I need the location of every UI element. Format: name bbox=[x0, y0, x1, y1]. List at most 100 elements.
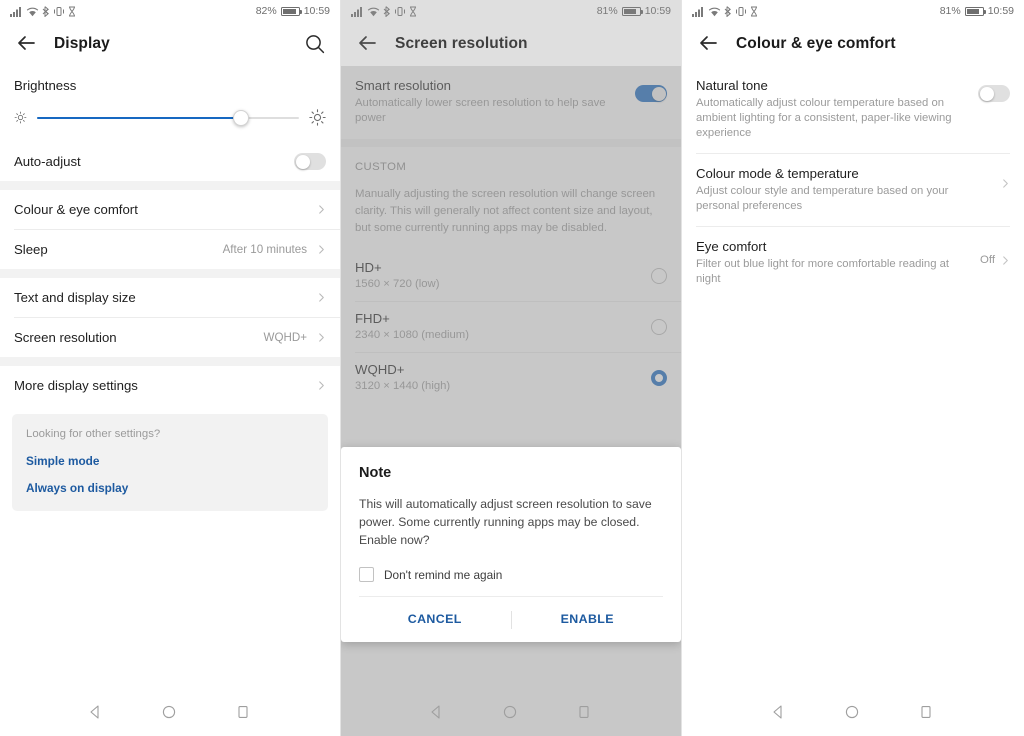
row-colour-eye-comfort[interactable]: Colour & eye comfort bbox=[0, 190, 340, 229]
panel-screen-resolution: 81% 10:59 Screen resolution Smart resolu… bbox=[341, 0, 682, 736]
row-label: More display settings bbox=[14, 378, 138, 393]
option-hd-plus[interactable]: HD+ 1560 × 720 (low) bbox=[341, 251, 681, 301]
auto-adjust-toggle[interactable] bbox=[294, 153, 326, 170]
looking-for-settings-card: Looking for other settings? Simple mode … bbox=[12, 414, 328, 511]
natural-tone-title: Natural tone bbox=[696, 78, 768, 93]
toggle-thumb bbox=[979, 86, 994, 101]
group-text-resolution: Text and display size Screen resolution … bbox=[0, 278, 340, 357]
status-bar: 81% 10:59 bbox=[341, 0, 681, 22]
status-time: 10:59 bbox=[987, 5, 1014, 17]
radio-hd-plus[interactable] bbox=[651, 267, 667, 284]
smart-resolution-control bbox=[635, 77, 667, 102]
status-bar: 81% 10:59 bbox=[682, 0, 1024, 22]
link-simple-mode[interactable]: Simple mode bbox=[26, 454, 314, 468]
row-smart-resolution[interactable]: Smart resolution Automatically lower scr… bbox=[341, 66, 681, 139]
smart-resolution-toggle[interactable] bbox=[635, 85, 667, 102]
row-more-display-settings[interactable]: More display settings bbox=[0, 366, 340, 405]
status-bar-right: 82% 10:59 bbox=[256, 5, 330, 17]
back-arrow-icon[interactable] bbox=[355, 31, 381, 57]
toggle-thumb bbox=[295, 154, 310, 169]
battery-percent: 81% bbox=[939, 5, 961, 17]
option-wqhd-plus[interactable]: WQHD+ 3120 × 1440 (high) bbox=[341, 353, 681, 403]
dont-remind-label: Don't remind me again bbox=[384, 567, 503, 582]
page-title: Screen resolution bbox=[395, 35, 528, 52]
back-arrow-icon[interactable] bbox=[14, 31, 40, 57]
row-eye-comfort[interactable]: Eye comfort Filter out blue light for mo… bbox=[682, 227, 1024, 299]
dont-remind-checkbox[interactable] bbox=[359, 567, 374, 582]
option-text: WQHD+ 3120 × 1440 (high) bbox=[355, 361, 651, 394]
row-label: Sleep bbox=[14, 242, 48, 257]
natural-tone-subtitle: Automatically adjust colour temperature … bbox=[696, 97, 952, 139]
status-bar-icons bbox=[351, 5, 417, 18]
colour-mode-title: Colour mode & temperature bbox=[696, 166, 859, 181]
signal-icon bbox=[10, 6, 23, 17]
app-bar-display: Display bbox=[0, 22, 340, 66]
smart-resolution-subtitle: Automatically lower screen resolution to… bbox=[355, 97, 606, 124]
brightness-slider-knob[interactable] bbox=[233, 109, 250, 126]
hourglass-icon bbox=[750, 6, 758, 17]
battery-icon bbox=[964, 6, 986, 16]
nav-back-icon[interactable] bbox=[770, 704, 788, 722]
enable-button[interactable]: ENABLE bbox=[512, 597, 664, 642]
nav-recents-icon[interactable] bbox=[918, 704, 936, 722]
option-detail: 2340 × 1080 (medium) bbox=[355, 329, 469, 341]
row-sleep[interactable]: Sleep After 10 minutes bbox=[0, 230, 340, 269]
chevron-right-icon bbox=[317, 205, 326, 214]
row-text-and-display-size[interactable]: Text and display size bbox=[0, 278, 340, 317]
nav-home-icon[interactable] bbox=[844, 704, 862, 722]
note-dialog: Note This will automatically adjust scre… bbox=[341, 447, 681, 642]
row-screen-resolution[interactable]: Screen resolution WQHD+ bbox=[0, 318, 340, 357]
nav-recents-icon[interactable] bbox=[235, 704, 253, 722]
nav-back-icon[interactable] bbox=[87, 704, 105, 722]
dialog-checkbox-row[interactable]: Don't remind me again bbox=[359, 567, 663, 582]
natural-tone-text: Natural tone Automatically adjust colour… bbox=[696, 77, 978, 141]
option-text: FHD+ 2340 × 1080 (medium) bbox=[355, 310, 651, 343]
colour-mode-subtitle: Adjust colour style and temperature base… bbox=[696, 185, 949, 212]
natural-tone-toggle[interactable] bbox=[978, 85, 1010, 102]
option-name: HD+ bbox=[355, 260, 382, 275]
dialog-title: Note bbox=[359, 465, 392, 481]
section-gap bbox=[0, 181, 340, 190]
eye-comfort-value: Off bbox=[980, 254, 995, 266]
back-arrow-icon[interactable] bbox=[696, 31, 722, 57]
nav-back-icon[interactable] bbox=[428, 704, 446, 722]
link-always-on-display[interactable]: Always on display bbox=[26, 481, 314, 495]
status-bar: 82% 10:59 bbox=[0, 0, 340, 22]
colour-mode-text: Colour mode & temperature Adjust colour … bbox=[696, 165, 995, 214]
vibrate-icon bbox=[735, 6, 747, 17]
row-value: After 10 minutes bbox=[222, 243, 307, 256]
panel-display: 82% 10:59 Display Brightness Auto-adjust… bbox=[0, 0, 341, 736]
wifi-icon bbox=[26, 6, 39, 17]
row-colour-mode-temperature[interactable]: Colour mode & temperature Adjust colour … bbox=[682, 154, 1024, 226]
nav-home-icon[interactable] bbox=[161, 704, 179, 722]
colour-eye-comfort-content: Natural tone Automatically adjust colour… bbox=[682, 66, 1024, 689]
bluetooth-icon bbox=[383, 5, 391, 18]
option-fhd-plus[interactable]: FHD+ 2340 × 1080 (medium) bbox=[341, 302, 681, 352]
search-icon[interactable] bbox=[304, 33, 326, 55]
section-label-custom: CUSTOM bbox=[355, 161, 407, 173]
smart-resolution-title: Smart resolution bbox=[355, 78, 452, 93]
battery-percent: 82% bbox=[255, 5, 277, 17]
radio-fhd-plus[interactable] bbox=[651, 318, 667, 335]
status-bar-right: 81% 10:59 bbox=[940, 5, 1014, 17]
screen-resolution-content: Smart resolution Automatically lower scr… bbox=[341, 66, 681, 689]
option-detail: 3120 × 1440 (high) bbox=[355, 380, 451, 392]
nav-recents-icon[interactable] bbox=[576, 704, 594, 722]
chevron-right-icon bbox=[317, 333, 326, 342]
status-time: 10:59 bbox=[303, 5, 330, 17]
hourglass-icon bbox=[409, 6, 417, 17]
auto-adjust-label: Auto-adjust bbox=[14, 154, 81, 169]
radio-wqhd-plus[interactable] bbox=[651, 369, 667, 386]
status-bar-icons bbox=[10, 5, 76, 18]
eye-comfort-control: Off bbox=[980, 238, 1010, 266]
cancel-button[interactable]: CANCEL bbox=[359, 597, 511, 642]
battery-icon bbox=[280, 6, 302, 16]
nav-home-icon[interactable] bbox=[502, 704, 520, 722]
brightness-slider[interactable] bbox=[37, 109, 299, 126]
vibrate-icon bbox=[394, 6, 406, 17]
row-auto-adjust[interactable]: Auto-adjust bbox=[0, 142, 340, 181]
status-bar-icons bbox=[692, 5, 758, 18]
dialog-actions: CANCEL ENABLE bbox=[359, 596, 663, 642]
page-title: Colour & eye comfort bbox=[736, 35, 896, 52]
row-natural-tone[interactable]: Natural tone Automatically adjust colour… bbox=[682, 66, 1024, 153]
